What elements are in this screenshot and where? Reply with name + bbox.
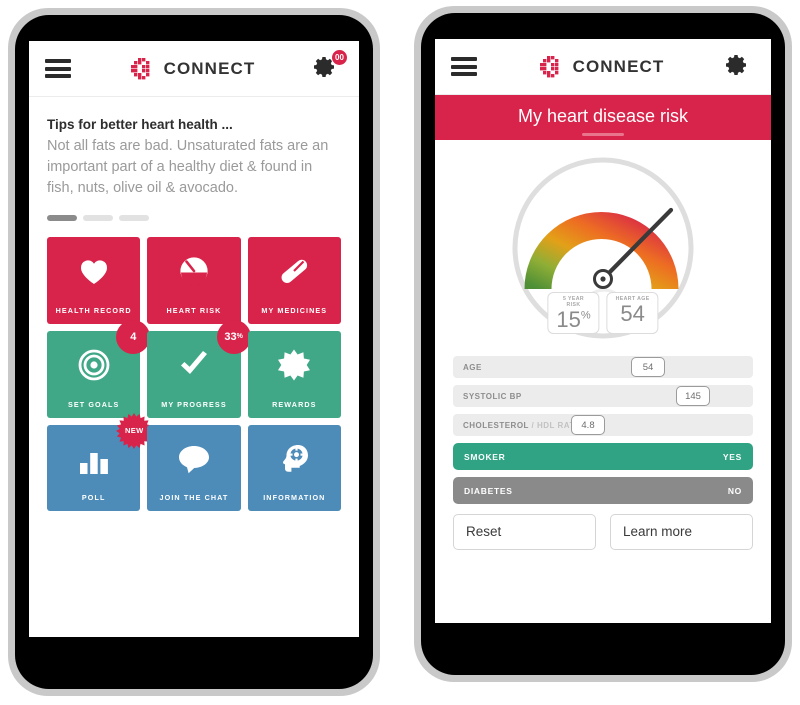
pager-dot-1[interactable] [47,215,77,222]
phone-left-bezel: CONNECT 00 Tips for better heart health … [15,15,373,689]
slider-thumb[interactable]: 54 [631,357,665,377]
toggle-list: SMOKER YES DIABETES NO [453,443,753,504]
tile-poll[interactable]: POLL NEW [47,412,153,512]
reset-button[interactable]: Reset [453,514,596,550]
star-burst-icon [277,331,311,400]
tile-label: HEALTH RECORD [55,305,132,315]
tile-count-badge: 33% [216,319,251,354]
slider-age[interactable]: AGE 54 [453,356,753,378]
toggle-smoker[interactable]: SMOKER YES [453,443,753,470]
settings-button[interactable] [725,53,755,81]
target-icon [77,331,111,400]
heart-age-box: HEART AGE 54 [606,291,659,334]
tile-my-progress[interactable]: MY PROGRESS 33% [147,319,251,418]
learn-more-button[interactable]: Learn more [610,514,753,550]
pager-dot-3[interactable] [119,215,149,222]
tile-set-goals[interactable]: SET GOALS 4 [47,319,151,418]
slider-thumb[interactable]: 4.8 [571,415,605,435]
phone-right-screen: CONNECT My heart disease risk 5 YEAR RIS… [435,39,771,623]
hamburger-menu-icon[interactable] [45,59,71,78]
head-gear-icon [277,425,311,494]
tips-body: Not all fats are bad. Unsaturated fats a… [47,138,329,197]
page-title-banner: My heart disease risk [435,95,771,140]
checkmark-icon [177,331,211,400]
phone-right-frame: CONNECT My heart disease risk 5 YEAR RIS… [414,6,792,682]
brand-name: CONNECT [572,56,665,76]
connect-c-logo-icon [130,57,150,79]
tile-heart-risk[interactable]: HEART RISK [147,237,241,324]
five-year-risk-box: 5 YEAR RISK 15% [547,291,600,334]
phone-left-screen: CONNECT 00 Tips for better heart health … [29,41,359,637]
tile-label: JOIN THE CHAT [159,493,229,503]
pager-dot-2[interactable] [83,215,113,222]
settings-button[interactable]: 00 [313,48,348,83]
slider-label: AGE [463,362,482,372]
slider-systolic-bp[interactable]: SYSTOLIC BP 145 [453,385,753,407]
tile-rewards[interactable]: REWARDS [247,330,341,418]
tile-my-medicines[interactable]: MY MEDICINES [247,237,341,324]
tile-grid: HEALTH RECORD HEART RISK MY MEDICINES SET G… [29,221,359,512]
toggle-value: NO [727,485,742,496]
slider-label: SYSTOLIC BP [463,391,522,401]
app-header-left: CONNECT 00 [29,41,359,97]
toggle-label: SMOKER [464,451,506,462]
bar-chart-icon [77,425,111,494]
brand-logo: CONNECT [129,56,256,82]
tile-label: MY PROGRESS [161,399,227,409]
tile-label: MY MEDICINES [261,305,328,315]
toggle-value: YES [722,451,742,462]
tile-join-the-chat[interactable]: JOIN THE CHAT [147,424,241,512]
tips-section: Tips for better heart health ... Not all… [29,97,359,222]
tile-label: REWARDS [272,399,317,409]
tile-label: INFORMATION [263,493,326,503]
toggle-diabetes[interactable]: DIABETES NO [453,477,753,504]
speech-bubble-icon [177,425,211,494]
tile-label: SET GOALS [67,399,120,409]
app-header-right: CONNECT [435,39,771,95]
tile-label: POLL [81,493,106,503]
toggle-label: DIABETES [464,485,513,496]
slider-list: AGE 54 SYSTOLIC BP 145 CHOLESTEROL / HDL RAT… [453,356,753,436]
pill-icon [277,237,311,306]
tips-title: Tips for better heart health ... [47,117,233,132]
five-year-risk-value: 15% [556,306,591,332]
action-button-row: Reset Learn more [453,514,753,550]
phone-right-bezel: CONNECT My heart disease risk 5 YEAR RIS… [421,13,785,675]
tile-health-record[interactable]: HEALTH RECORD [47,237,141,324]
slider-cholesterol[interactable]: CHOLESTEROL / HDL RATIO 4.8 [453,414,753,436]
connect-c-logo-icon [539,55,559,77]
tile-count-badge: 4 [116,319,151,354]
slider-label: CHOLESTEROL / HDL RATIO [463,420,585,430]
heart-icon [77,237,111,306]
brand-logo: CONNECT [538,54,665,80]
risk-gauge[interactable]: 5 YEAR RISK 15% HEART AGE 54 [494,148,712,348]
gauge-readouts: 5 YEAR RISK 15% HEART AGE 54 [547,291,659,334]
risk-controls: AGE 54 SYSTOLIC BP 145 CHOLESTEROL / HDL RAT… [435,352,771,550]
gauge-section: 5 YEAR RISK 15% HEART AGE 54 [435,140,771,352]
slider-thumb[interactable]: 145 [676,386,710,406]
phone-left-frame: CONNECT 00 Tips for better heart health … [8,8,380,696]
hamburger-menu-icon[interactable] [451,57,477,76]
brand-name: CONNECT [163,58,256,78]
tile-label: HEART RISK [166,305,222,315]
settings-badge: 00 [330,48,348,66]
speedometer-icon [177,237,211,306]
tile-information[interactable]: INFORMATION [247,424,341,512]
heart-age-value: 54 [620,300,645,326]
screenshot-stage: CONNECT 00 Tips for better heart health … [0,0,800,705]
gear-icon [725,54,746,75]
